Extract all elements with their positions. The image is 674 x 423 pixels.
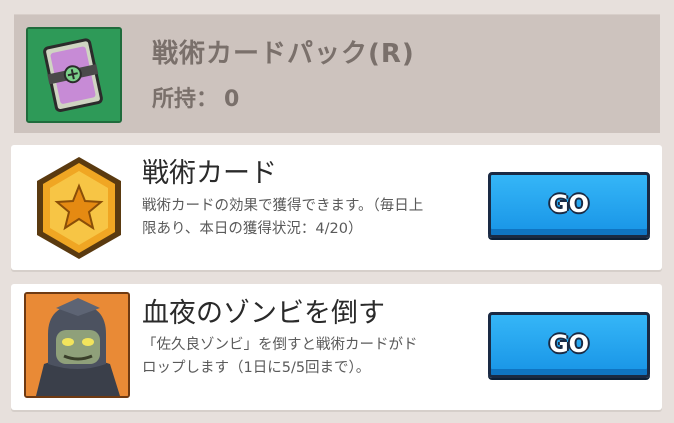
go-button[interactable]: GO: [488, 312, 650, 378]
task-title: 血夜のゾンビを倒す: [142, 298, 385, 329]
task-card-tactics: 戦術カード 戦術カードの効果で獲得できます。（毎日上限あり、本日の獲得状況：4/…: [11, 145, 662, 270]
task-description: 「佐久良ゾンビ」を倒すと戦術カードがドロップします（1日に5/5回まで）。: [142, 337, 418, 376]
owned-count-row: 所持： 0: [152, 81, 239, 113]
owned-count: 0: [224, 87, 240, 112]
card-pack-header: 戦術カードパック(R) 所持： 0: [14, 14, 660, 133]
task-title: 戦術カード: [142, 158, 277, 189]
go-button[interactable]: GO: [488, 172, 650, 238]
star-hexagon-badge-icon: [37, 157, 121, 259]
owned-label: 所持：: [152, 87, 219, 112]
task-description: 戦術カードの効果で獲得できます。（毎日上限あり、本日の獲得状況：4/20）: [142, 198, 424, 237]
task-card-blood-night-zombie: 血夜のゾンビを倒す 「佐久良ゾンビ」を倒すと戦術カードがドロップします（1日に5…: [11, 284, 662, 410]
page-title: 戦術カードパック(R): [152, 39, 415, 69]
card-pack-icon: [26, 27, 122, 123]
zombie-portrait: [24, 292, 130, 398]
